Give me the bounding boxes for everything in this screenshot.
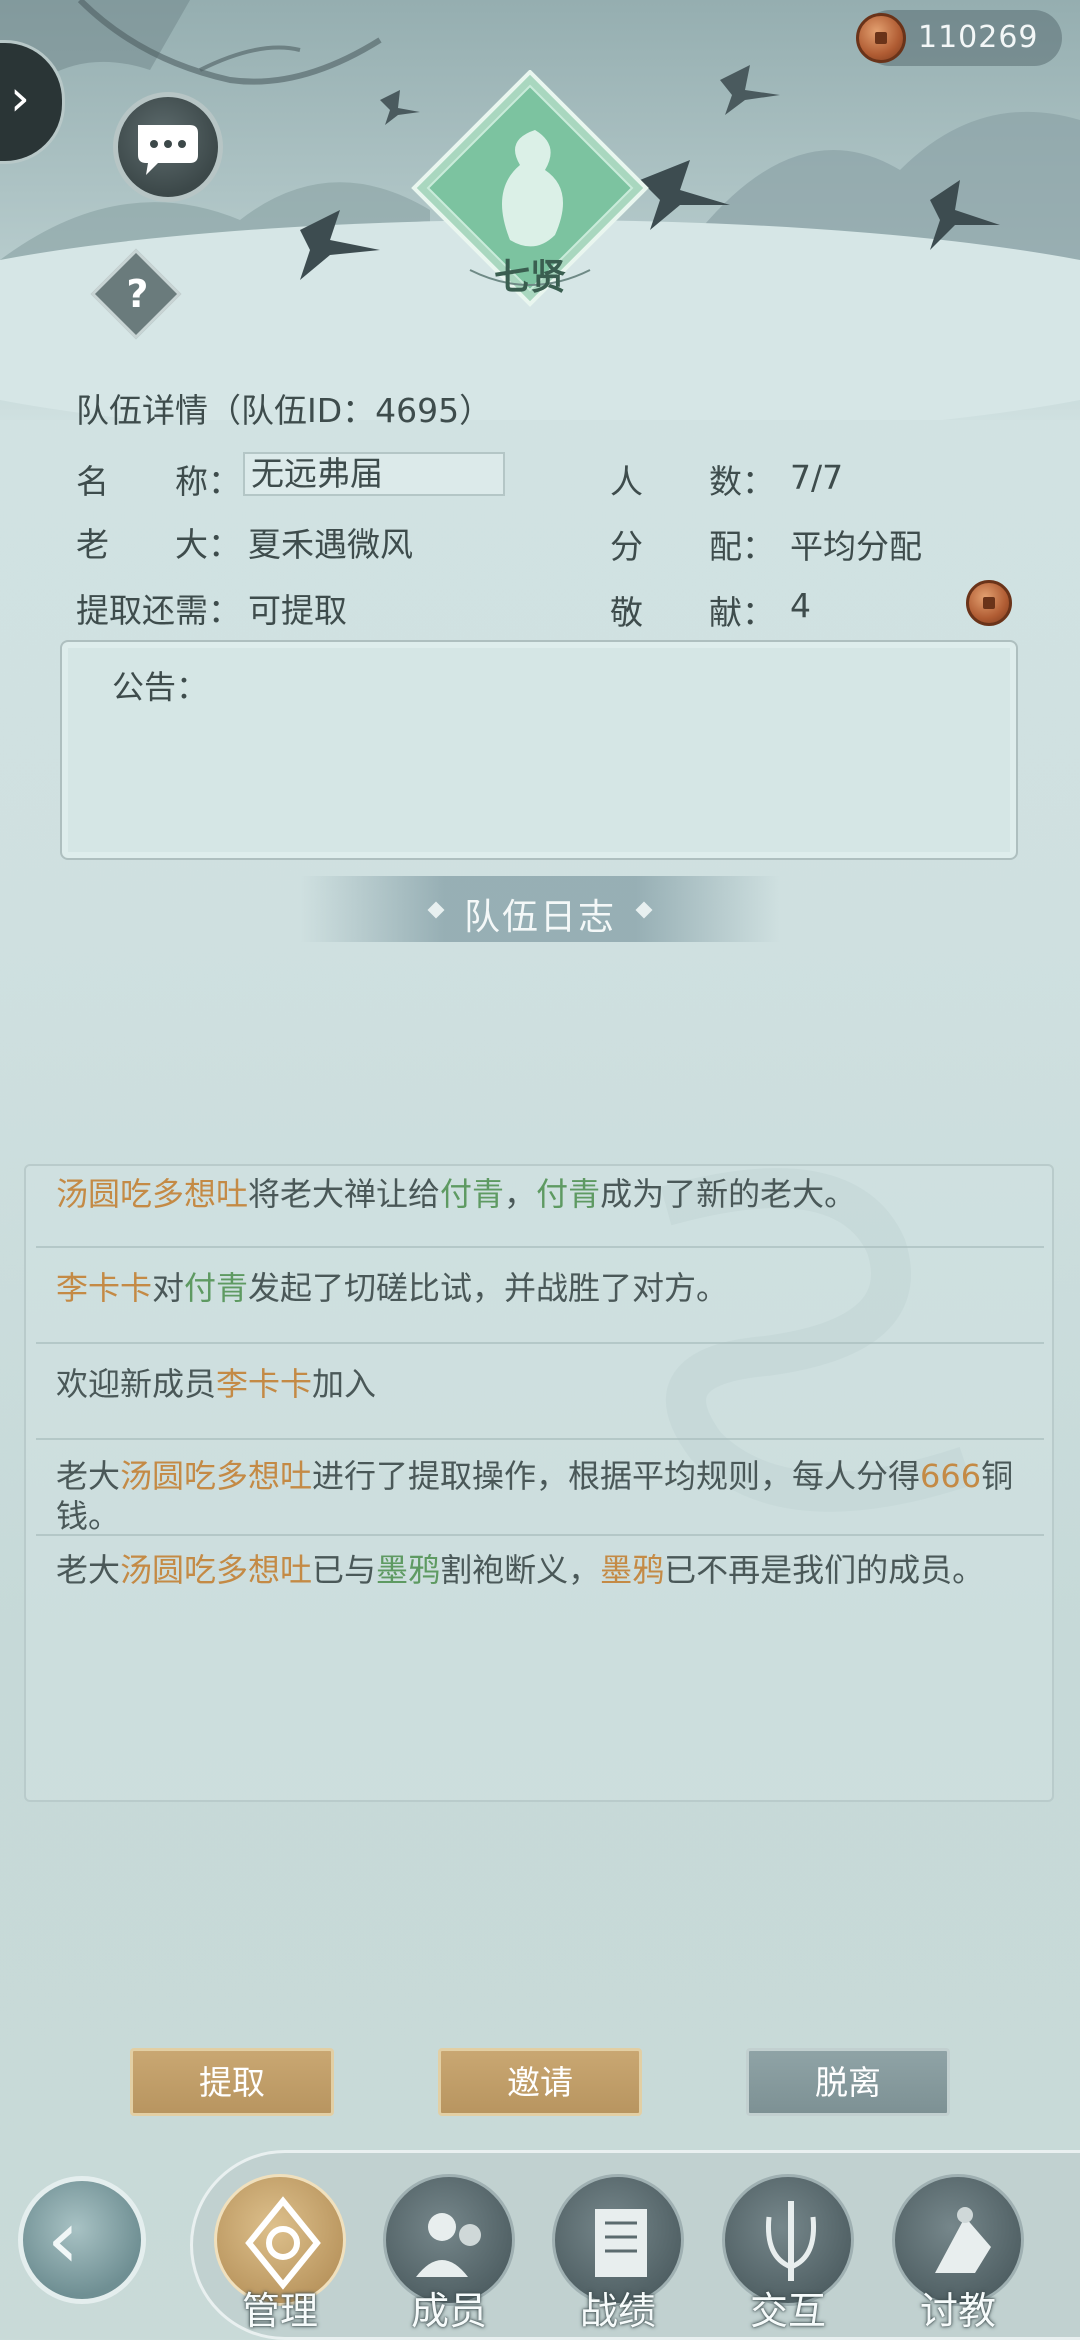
log-text: 老大 — [56, 1457, 121, 1495]
team-log-header: 队伍日志 — [300, 876, 780, 942]
notice-label: 公告： — [112, 668, 209, 706]
log-divider — [36, 1438, 1044, 1440]
distribution-label: 分 配： — [610, 527, 775, 566]
log-text: 发起了切磋比试，并战胜了对方。 — [248, 1269, 729, 1307]
currency-amount: 110269 — [918, 20, 1039, 55]
withdraw-value: 可提取 — [248, 591, 347, 630]
nav-spar-label: 讨教 — [919, 2289, 996, 2333]
nav-manage-label: 管理 — [241, 2289, 318, 2333]
chat-bubble-icon — [138, 125, 198, 175]
distribution-value: 平均分配 — [790, 527, 922, 566]
log-divider — [36, 1534, 1044, 1536]
emblem-label: 七贤 — [493, 257, 566, 298]
log-player-name[interactable]: 666 — [920, 1457, 981, 1495]
log-player-name[interactable]: 汤圆吃多想吐 — [120, 1551, 312, 1589]
log-entry: 李卡卡对付青发起了切磋比试，并战胜了对方。 — [56, 1268, 1026, 1308]
team-chat-button[interactable] — [113, 92, 223, 202]
log-text: 割袍断义， — [440, 1551, 601, 1589]
log-player-name[interactable]: 付青 — [184, 1269, 248, 1307]
log-text: 对 — [152, 1269, 185, 1307]
contribution-label: 敬 献： — [610, 593, 775, 632]
log-player-name[interactable]: 付青 — [440, 1175, 504, 1213]
withdraw-label: 提取还需： — [76, 591, 241, 630]
contribution-value: 4 — [790, 586, 811, 625]
log-entry: 汤圆吃多想吐将老大禅让给付青，付青成为了新的老大。 — [56, 1174, 1026, 1214]
log-entry: 欢迎新成员李卡卡加入 — [56, 1364, 1026, 1404]
log-player-name[interactable]: 李卡卡 — [56, 1269, 152, 1307]
log-text: 已不再是我们的成员。 — [664, 1551, 985, 1589]
log-player-name[interactable]: 墨鸦 — [376, 1551, 440, 1589]
currency-display: 110269 — [856, 10, 1062, 66]
log-entry: 老大汤圆吃多想吐进行了提取操作，根据平均规则，每人分得666铜钱。 — [56, 1456, 1026, 1536]
members-value: 7/7 — [790, 458, 844, 497]
team-log-title: 队伍日志 — [463, 897, 616, 938]
leader-value: 夏禾遇微风 — [248, 525, 413, 564]
copper-coin-icon — [856, 13, 906, 63]
log-text: 已与 — [312, 1551, 377, 1589]
team-log-list[interactable]: 汤圆吃多想吐将老大禅让给付青，付青成为了新的老大。 李卡卡对付青发起了切磋比试，并… — [24, 1164, 1054, 1802]
back-arrow-icon: ‹ — [47, 2193, 79, 2286]
team-name-field[interactable]: 无远弗届 — [243, 452, 505, 496]
nav-interact-label: 交互 — [749, 2289, 826, 2333]
log-player-name[interactable]: 付青 — [536, 1175, 600, 1213]
team-details-title: 队伍详情（队伍ID：4695） — [76, 391, 493, 430]
chevron-right-icon: › — [10, 69, 30, 127]
log-text: 将老大禅让给 — [248, 1175, 441, 1213]
leave-button[interactable]: 脱离 — [746, 2048, 950, 2116]
log-player-name[interactable]: 李卡卡 — [216, 1365, 312, 1403]
log-text: 老大 — [56, 1551, 121, 1589]
leader-label: 老 大： — [76, 525, 241, 564]
contribute-coin-button[interactable] — [966, 580, 1012, 626]
question-icon: ? — [126, 272, 149, 316]
log-entry: 老大汤圆吃多想吐已与墨鸦割袍断义，墨鸦已不再是我们的成员。 — [56, 1550, 1026, 1590]
log-text: 加入 — [312, 1365, 377, 1403]
name-label: 名 称： — [76, 462, 241, 501]
members-label: 人 数： — [610, 462, 775, 501]
log-divider — [36, 1246, 1044, 1248]
team-emblem: 七贤 — [410, 69, 650, 320]
log-player-name[interactable]: 汤圆吃多想吐 — [56, 1175, 248, 1213]
log-text: 进行了提取操作，根据平均规则，每人分得 — [312, 1457, 921, 1495]
invite-button[interactable]: 邀请 — [438, 2048, 642, 2116]
withdraw-button[interactable]: 提取 — [130, 2048, 334, 2116]
log-text: ， — [504, 1175, 537, 1213]
back-button[interactable]: ‹ — [18, 2176, 146, 2304]
nav-members-label: 成员 — [410, 2289, 487, 2333]
log-player-name[interactable]: 汤圆吃多想吐 — [120, 1457, 312, 1495]
log-divider — [36, 1342, 1044, 1344]
log-text: 成为了新的老大。 — [600, 1175, 857, 1213]
log-text: 欢迎新成员 — [56, 1365, 217, 1403]
nav-records-label: 战绩 — [579, 2289, 656, 2333]
log-player-name[interactable]: 墨鸦 — [600, 1551, 664, 1589]
